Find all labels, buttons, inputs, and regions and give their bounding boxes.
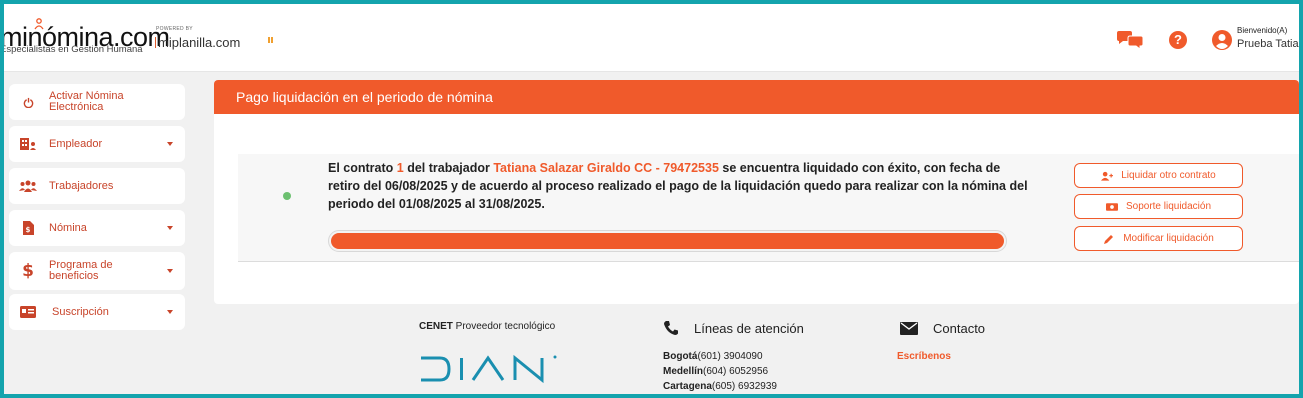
- support-lines-title: Líneas de atención: [694, 321, 804, 336]
- sidebar-item-employer[interactable]: Empleador: [9, 126, 185, 162]
- card-icon: [19, 303, 37, 321]
- mail-icon: [900, 322, 918, 335]
- card-header: Pago liquidación en el periodo de nómina: [214, 80, 1299, 114]
- welcome-label: Bienvenido(A): [1237, 26, 1288, 35]
- support-line-bogota: Bogotá(601) 3904090: [663, 351, 763, 362]
- users-icon: [19, 177, 37, 195]
- chat-icon[interactable]: [1116, 30, 1144, 52]
- add-user-icon: [1101, 170, 1114, 181]
- user-avatar-icon[interactable]: [1212, 30, 1232, 50]
- modify-liquidation-button[interactable]: Modificar liquidación: [1074, 226, 1243, 251]
- message-part: El contrato: [328, 161, 397, 175]
- chevron-down-icon: [167, 226, 173, 230]
- money-icon: [1105, 201, 1118, 212]
- chevron-down-icon: [167, 269, 173, 273]
- write-us-link[interactable]: Escríbenos: [897, 351, 951, 362]
- dollar-icon: $: [22, 261, 34, 281]
- partner-name: miplanilla.com: [158, 35, 241, 50]
- provider-credit: CENET Proveedor tecnológico: [419, 321, 555, 332]
- liquidation-card: Pago liquidación en el periodo de nómina…: [214, 80, 1299, 304]
- liquidation-support-button[interactable]: Soporte liquidación: [1074, 194, 1243, 219]
- chevron-down-icon: [167, 310, 173, 314]
- partner-logo-bar: [155, 37, 156, 48]
- contact-title: Contacto: [933, 321, 986, 336]
- support-line-cartagena: Cartagena(605) 6932939: [663, 381, 777, 392]
- page-title: Pago liquidación en el periodo de nómina: [236, 89, 493, 105]
- button-label: Modificar liquidación: [1123, 233, 1214, 244]
- sidebar-item-benefits-program[interactable]: $ Programa de beneficios: [9, 252, 185, 290]
- message-part: del trabajador: [403, 161, 494, 175]
- sidebar-item-label: Activar Nómina Electrónica: [49, 90, 124, 113]
- building-icon: [19, 135, 37, 153]
- svg-text:$: $: [25, 226, 30, 234]
- sidebar-item-label: Programa de beneficios: [49, 259, 113, 282]
- worker-name: Tatiana Salazar Giraldo CC - 79472535: [493, 161, 719, 175]
- city-name: Bogotá: [663, 351, 698, 362]
- dian-logo[interactable]: [418, 354, 558, 384]
- city-phone: (605) 6932939: [711, 381, 777, 392]
- power-icon: [19, 93, 37, 111]
- sidebar-item-label: Empleador: [49, 137, 103, 150]
- phone-icon: [664, 321, 678, 335]
- liquidation-message: El contrato 1 del trabajador Tatiana Sal…: [328, 159, 1028, 213]
- support-line-medellin: Medellín(604) 6052956: [663, 366, 768, 377]
- city-phone: (601) 3904090: [697, 351, 763, 362]
- city-phone: (604) 6052956: [703, 366, 769, 377]
- sidebar-item-label: Nómina: [49, 221, 87, 234]
- provider-text: Proveedor tecnológico: [452, 321, 556, 332]
- app-window: minómina.com Especialistas en Gestión Hu…: [4, 4, 1299, 394]
- sidebar-item-label: Suscripción: [52, 305, 109, 318]
- sidebar-item-activate-electronic-payroll[interactable]: Activar Nómina Electrónica: [9, 84, 185, 120]
- logo-subtitle: Especialistas en Gestión Humana: [4, 44, 143, 55]
- document-icon: $: [19, 219, 37, 237]
- top-header: minómina.com Especialistas en Gestión Hu…: [4, 4, 1299, 72]
- provider-name: CENET: [419, 321, 453, 332]
- pencil-icon: [1103, 233, 1115, 244]
- sidebar-item-label: Trabajadores: [49, 179, 114, 192]
- sidebar-item-payroll[interactable]: $ Nómina: [9, 210, 185, 246]
- sidebar-item-subscription[interactable]: Suscripción: [9, 294, 185, 330]
- chevron-down-icon: [167, 142, 173, 146]
- sidebar-item-workers[interactable]: Trabajadores: [9, 168, 185, 204]
- partner-logo[interactable]: miplanilla.com: [155, 35, 240, 50]
- button-label: Liquidar otro contrato: [1121, 170, 1216, 181]
- progress-bar: [328, 230, 1007, 252]
- menu-toggle-icon[interactable]: [268, 37, 275, 43]
- contract-number: 1: [396, 161, 404, 175]
- success-check-icon: [283, 192, 291, 200]
- liquidate-other-contract-button[interactable]: Liquidar otro contrato: [1074, 163, 1243, 188]
- progress-fill: [331, 233, 1004, 249]
- city-name: Cartagena: [663, 381, 712, 392]
- city-name: Medellín: [663, 366, 704, 377]
- powered-by-label: POWERED BY: [156, 26, 193, 32]
- button-label: Soporte liquidación: [1125, 201, 1212, 212]
- username[interactable]: Prueba Tatiana: [1237, 38, 1299, 50]
- help-icon[interactable]: ?: [1169, 31, 1187, 49]
- liquidation-result-row: El contrato 1 del trabajador Tatiana Sal…: [238, 154, 1299, 262]
